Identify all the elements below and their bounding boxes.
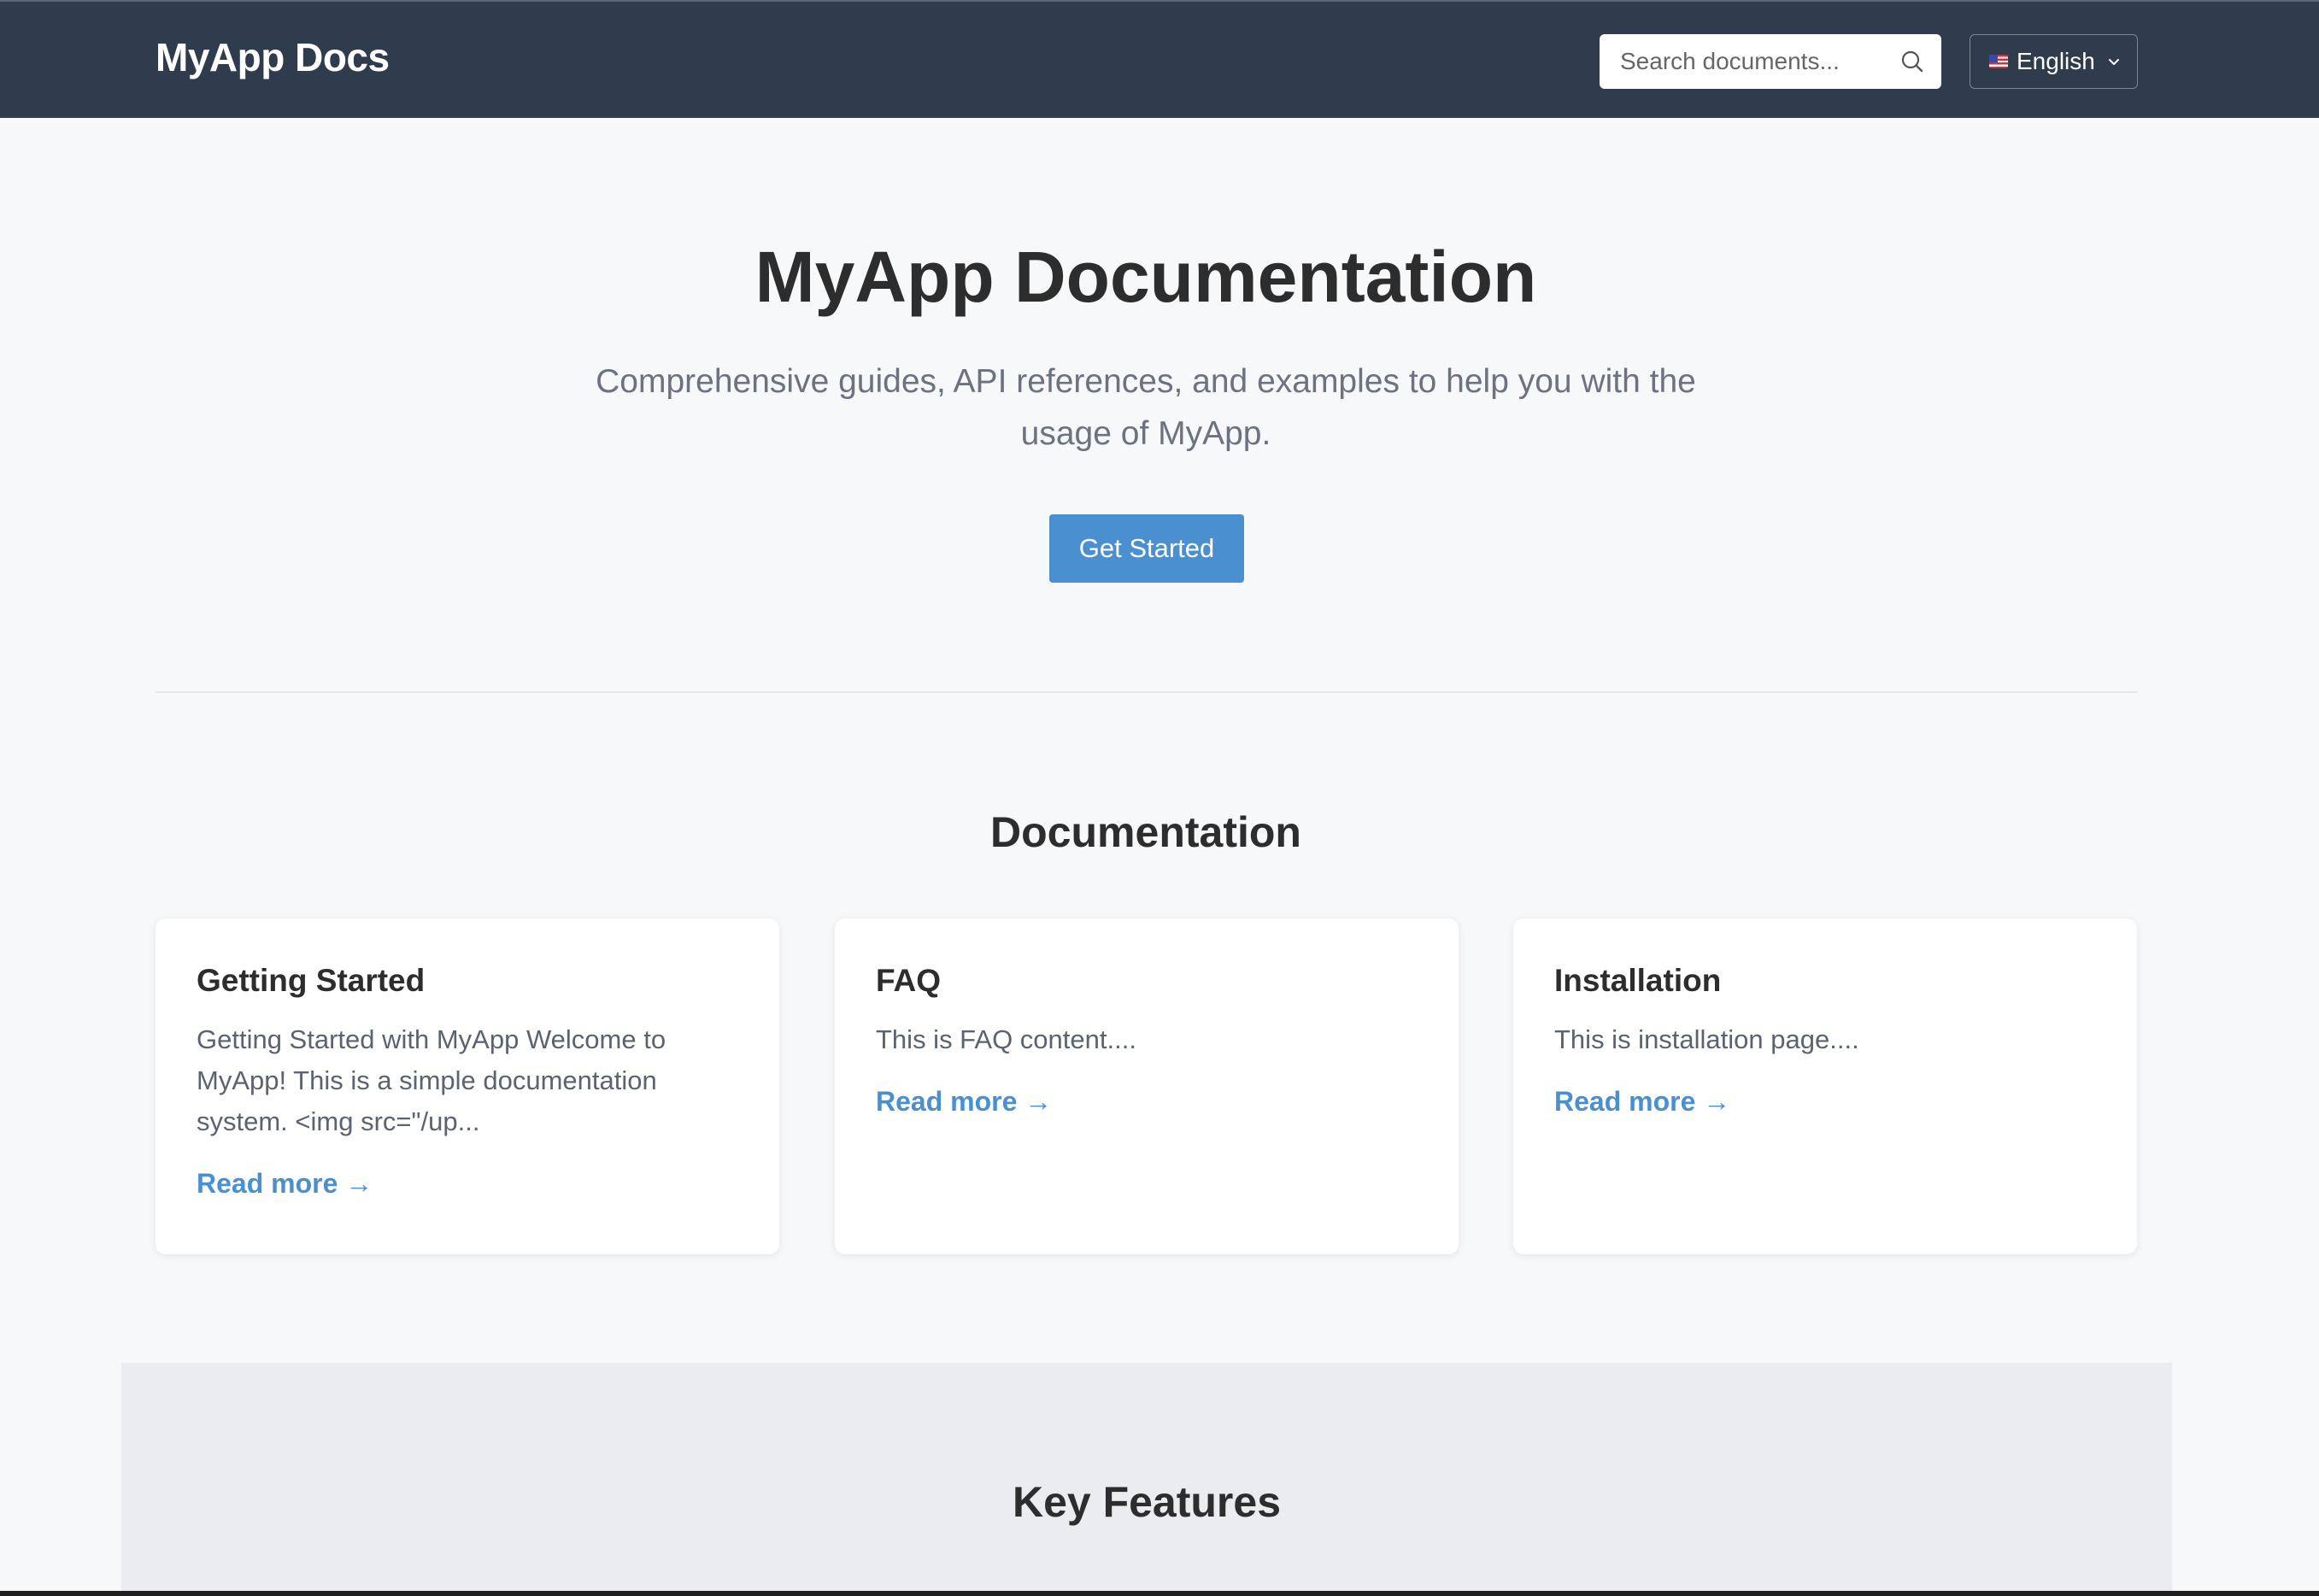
- language-label: English: [2017, 48, 2095, 74]
- doc-card-installation: Installation This is installation page..…: [1513, 918, 2137, 1254]
- search-box[interactable]: [1600, 34, 1941, 89]
- doc-card-excerpt: This is installation page....: [1554, 1024, 1859, 1054]
- window-bottom-edge: [0, 1591, 2319, 1596]
- hero-title: MyApp Documentation: [754, 237, 1537, 317]
- us-flag-icon: [1989, 55, 2008, 68]
- hero-subtitle: Comprehensive guides, API references, an…: [596, 363, 1696, 452]
- doc-card-excerpt: This is FAQ content....: [876, 1024, 1136, 1054]
- language-selector-button[interactable]: English: [1970, 34, 2138, 89]
- doc-card-excerpt: Getting Started with MyApp Welcome to My…: [197, 1024, 666, 1136]
- doc-card-faq: FAQ This is FAQ content.... Read more →: [835, 918, 1459, 1254]
- read-more-link[interactable]: Read more →: [197, 1168, 373, 1200]
- doc-card-getting-started: Getting Started Getting Started with MyA…: [156, 918, 779, 1254]
- search-icon[interactable]: [1899, 48, 1926, 75]
- chevron-down-icon: [2108, 59, 2119, 65]
- key-features-section: Key Features: [121, 1363, 2172, 1596]
- search-input[interactable]: [1600, 48, 1882, 75]
- documentation-section-title: Documentation: [990, 808, 1301, 856]
- doc-card-title[interactable]: FAQ: [876, 963, 1418, 999]
- doc-card-title[interactable]: Getting Started: [197, 963, 738, 999]
- brand-logo-text[interactable]: MyApp Docs: [156, 34, 390, 80]
- get-started-button[interactable]: Get Started: [1049, 514, 1244, 583]
- read-more-link[interactable]: Read more →: [1554, 1086, 1730, 1118]
- top-navbar: MyApp Docs English: [0, 0, 2319, 118]
- read-more-link[interactable]: Read more →: [876, 1086, 1052, 1118]
- key-features-title: Key Features: [1012, 1478, 1282, 1526]
- doc-card-title[interactable]: Installation: [1554, 963, 2096, 999]
- section-divider: [156, 691, 2138, 693]
